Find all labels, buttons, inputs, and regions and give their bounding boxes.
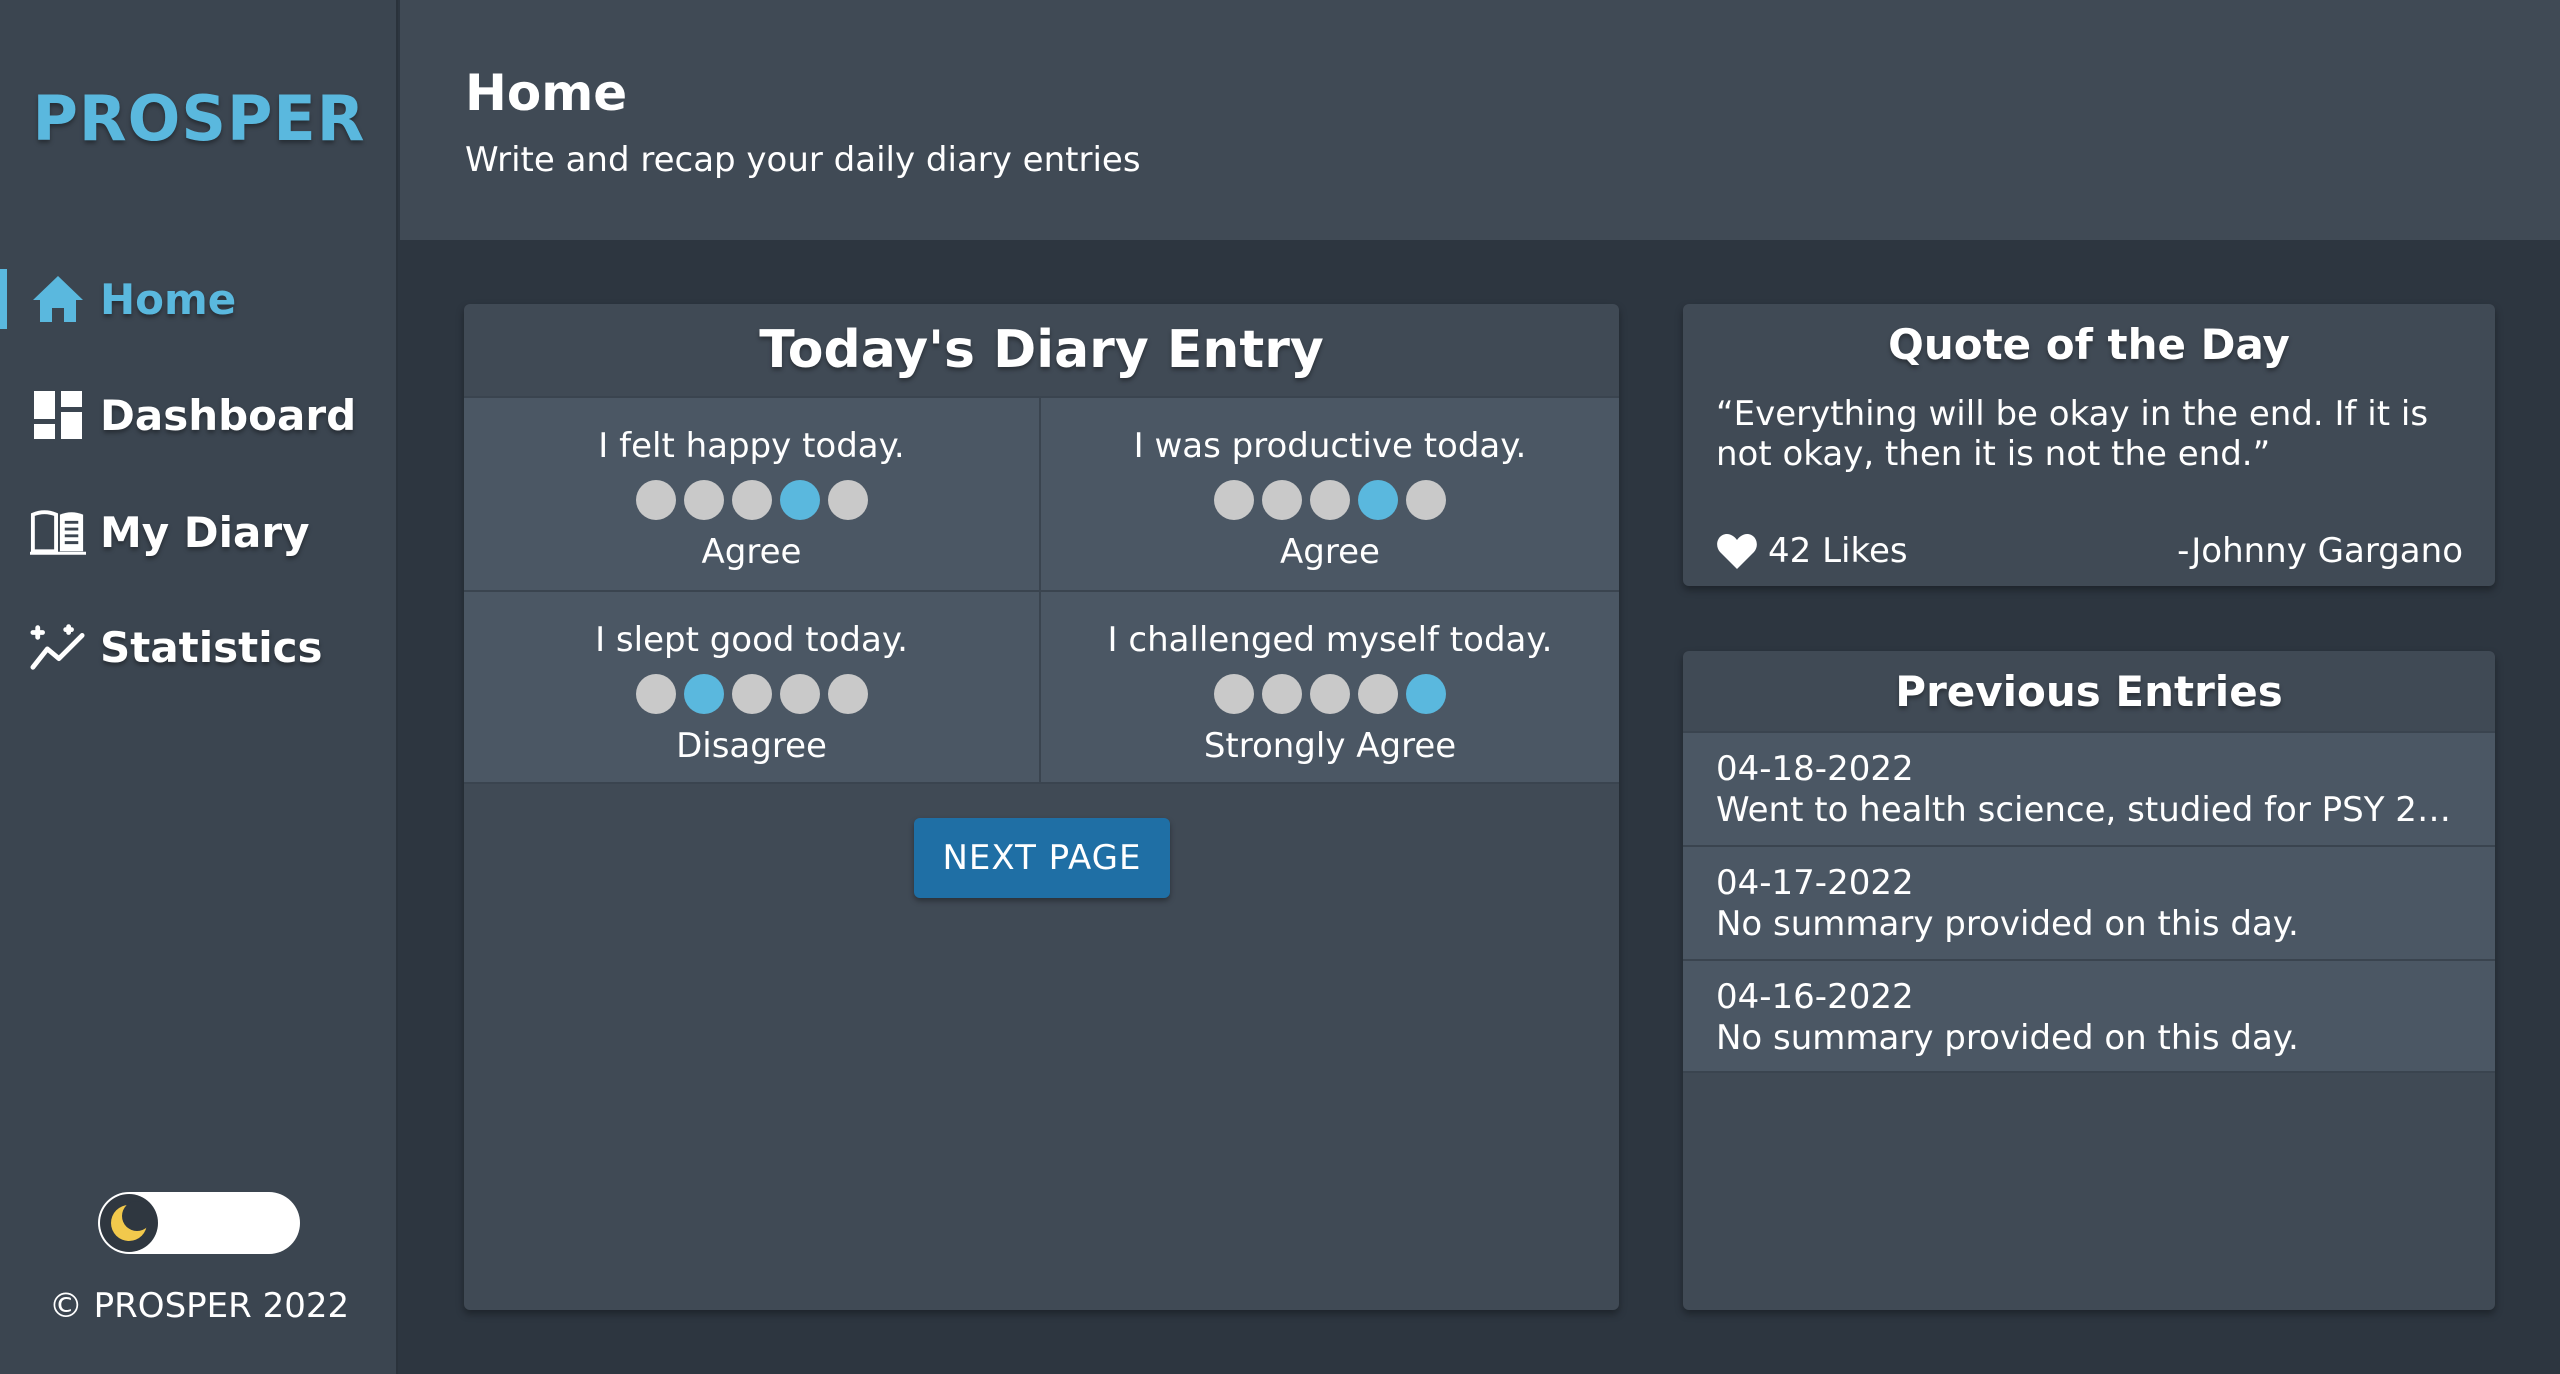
rating-option[interactable] bbox=[1406, 480, 1446, 520]
sidebar: PROSPER Home Dashboard My Diary Statisti… bbox=[0, 0, 398, 1374]
sidebar-item-label: Dashboard bbox=[100, 390, 357, 440]
rating-scale bbox=[1214, 480, 1446, 520]
quote-author: -Johnny Gargano bbox=[2177, 531, 2463, 571]
rating-option[interactable] bbox=[683, 674, 724, 714]
rating-option[interactable] bbox=[779, 674, 820, 714]
question-grid: I felt happy today. Agree I was producti… bbox=[464, 396, 1619, 784]
copyright-text: © PROSPER 2022 bbox=[48, 1286, 350, 1326]
rating-option[interactable] bbox=[683, 480, 724, 520]
rating-option[interactable] bbox=[635, 480, 676, 520]
rating-option[interactable] bbox=[731, 674, 772, 714]
question-cell: I challenged myself today. Strongly Agre… bbox=[1041, 590, 1619, 784]
sidebar-item-home[interactable]: Home bbox=[0, 259, 398, 339]
question-text: I felt happy today. bbox=[598, 426, 905, 466]
rating-scale bbox=[1214, 674, 1446, 714]
entry-date: 04-16-2022 bbox=[1716, 977, 1914, 1017]
rating-option[interactable] bbox=[1262, 674, 1302, 714]
brand-logo[interactable]: PROSPER bbox=[0, 82, 398, 155]
quote-text: “Everything will be okay in the end. If … bbox=[1716, 394, 2429, 474]
sidebar-item-label: Statistics bbox=[100, 622, 323, 672]
rating-option[interactable] bbox=[1310, 480, 1350, 520]
entry-summary: No summary provided on this day. bbox=[1716, 1018, 2299, 1058]
rating-option[interactable] bbox=[731, 480, 772, 520]
rating-scale bbox=[635, 480, 868, 520]
entry-summary: No summary provided on this day. bbox=[1716, 904, 2299, 944]
sidebar-item-label: Home bbox=[100, 274, 237, 324]
book-icon bbox=[30, 504, 86, 560]
quote-card: Quote of the Day “Everything will be oka… bbox=[1683, 304, 2495, 586]
question-text: I challenged myself today. bbox=[1107, 620, 1553, 660]
question-cell: I slept good today. Disagree bbox=[464, 590, 1041, 784]
previous-entries-title: Previous Entries bbox=[1895, 666, 2283, 716]
rating-answer: Agree bbox=[701, 532, 802, 572]
rating-option[interactable] bbox=[1406, 674, 1446, 714]
home-icon bbox=[30, 271, 86, 327]
page-title: Home bbox=[465, 64, 628, 122]
diary-entry-card: Today's Diary Entry I felt happy today. … bbox=[464, 304, 1619, 1310]
app-root: PROSPER Home Dashboard My Diary Statisti… bbox=[0, 0, 2560, 1374]
sidebar-item-my-diary[interactable]: My Diary bbox=[0, 492, 398, 572]
rating-option[interactable] bbox=[1262, 480, 1302, 520]
rating-option[interactable] bbox=[1358, 480, 1398, 520]
rating-answer: Agree bbox=[1280, 532, 1380, 572]
diary-entry-title: Today's Diary Entry bbox=[759, 320, 1324, 380]
heart-icon[interactable] bbox=[1716, 531, 1758, 571]
entry-date: 04-18-2022 bbox=[1716, 749, 1914, 789]
previous-entry[interactable]: 04-17-2022 No summary provided on this d… bbox=[1683, 845, 2495, 959]
dark-mode-toggle[interactable] bbox=[98, 1192, 300, 1254]
rating-option[interactable] bbox=[1214, 674, 1254, 714]
previous-entries-card: Previous Entries 04-18-2022 Went to heal… bbox=[1683, 651, 2495, 1310]
previous-entry[interactable]: 04-18-2022 Went to health science, studi… bbox=[1683, 731, 2495, 845]
rating-option[interactable] bbox=[827, 480, 868, 520]
quote-title: Quote of the Day bbox=[1888, 320, 2290, 369]
question-text: I slept good today. bbox=[595, 620, 908, 660]
dashboard-icon bbox=[30, 387, 86, 443]
next-page-button[interactable]: NEXT PAGE bbox=[914, 818, 1170, 898]
page-header: Home Write and recap your daily diary en… bbox=[400, 0, 2560, 240]
chart-line-icon bbox=[30, 619, 86, 675]
sidebar-item-statistics[interactable]: Statistics bbox=[0, 607, 398, 687]
rating-option[interactable] bbox=[827, 674, 868, 714]
entry-date: 04-17-2022 bbox=[1716, 863, 1914, 903]
question-cell: I felt happy today. Agree bbox=[464, 396, 1041, 590]
question-cell: I was productive today. Agree bbox=[1041, 396, 1619, 590]
page-subtitle: Write and recap your daily diary entries bbox=[465, 140, 1141, 180]
rating-option[interactable] bbox=[779, 480, 820, 520]
rating-option[interactable] bbox=[635, 674, 676, 714]
sidebar-item-label: My Diary bbox=[100, 507, 310, 557]
likes-container: 42 Likes bbox=[1716, 531, 1908, 571]
question-text: I was productive today. bbox=[1133, 426, 1527, 466]
rating-option[interactable] bbox=[1214, 480, 1254, 520]
likes-count: 42 Likes bbox=[1768, 531, 1908, 571]
rating-answer: Disagree bbox=[676, 726, 827, 766]
previous-entry[interactable]: 04-16-2022 No summary provided on this d… bbox=[1683, 959, 2495, 1073]
rating-option[interactable] bbox=[1310, 674, 1350, 714]
sidebar-item-dashboard[interactable]: Dashboard bbox=[0, 375, 398, 455]
rating-scale bbox=[635, 674, 868, 714]
entry-summary: Went to health science, studied for PSY … bbox=[1716, 790, 2462, 830]
rating-answer: Strongly Agree bbox=[1203, 726, 1457, 766]
rating-option[interactable] bbox=[1358, 674, 1398, 714]
moon-icon bbox=[100, 1194, 158, 1252]
